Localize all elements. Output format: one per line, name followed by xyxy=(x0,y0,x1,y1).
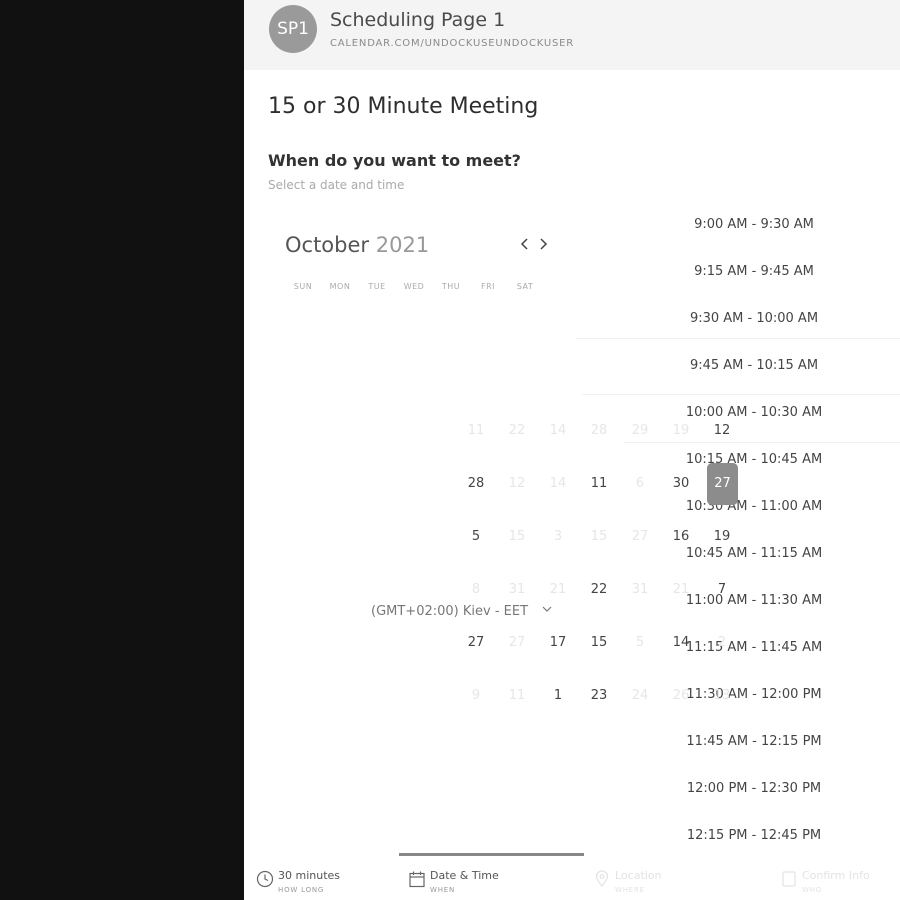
time-slot-option[interactable]: 10:45 AM - 11:15 AM xyxy=(684,546,824,561)
calendar-day[interactable]: 11 xyxy=(583,463,615,505)
time-slot-option[interactable]: 11:15 AM - 11:45 AM xyxy=(684,640,824,655)
calendar-day[interactable]: 19 xyxy=(706,516,738,558)
step-sublabel: HOW LONG xyxy=(278,886,325,894)
calendar-day[interactable]: 22 xyxy=(583,569,615,611)
calendar-day[interactable]: 3 xyxy=(542,516,574,558)
calendar-day[interactable]: 15 xyxy=(583,516,615,558)
calendar-day[interactable]: 5 xyxy=(460,516,492,558)
calendar-day[interactable]: 6 xyxy=(624,463,656,505)
clock-icon xyxy=(256,870,274,888)
timezone-select[interactable]: (GMT+02:00) Kiev - EET xyxy=(371,604,528,619)
step-label: Confirm Info xyxy=(802,869,870,882)
calendar-day[interactable]: 19 xyxy=(665,410,697,452)
year-label: 2021 xyxy=(375,233,430,257)
calendar-day[interactable]: 13 xyxy=(706,675,738,717)
calendar-day[interactable]: 11 xyxy=(501,675,533,717)
calendar-day-selected[interactable]: 27 xyxy=(707,463,738,505)
calendar-day[interactable]: 29 xyxy=(624,410,656,452)
calendar-day[interactable]: 27 xyxy=(501,622,533,664)
weekday-label: THU xyxy=(441,282,461,291)
step-sublabel: WHEN xyxy=(430,886,456,894)
page-title: Scheduling Page 1 xyxy=(330,9,506,31)
step-label: Location xyxy=(615,869,662,882)
calendar-day[interactable]: 15 xyxy=(583,622,615,664)
time-slot-option[interactable]: 9:15 AM - 9:45 AM xyxy=(684,264,824,279)
calendar-day[interactable]: 2 xyxy=(706,622,738,664)
step-navigation: 30 minutes HOW LONG Date & Time WHEN Loc… xyxy=(244,850,900,900)
weekday-label: WED xyxy=(403,282,425,291)
slot-divider xyxy=(576,338,900,339)
step-label: 30 minutes xyxy=(278,869,341,882)
calendar-day[interactable]: 1 xyxy=(542,675,574,717)
calendar-day[interactable]: 23 xyxy=(583,675,615,717)
time-slot-option[interactable]: 10:30 AM - 11:00 AM xyxy=(684,499,824,514)
weekday-label: SUN xyxy=(293,282,313,291)
time-slot-option[interactable]: 12:00 PM - 12:30 PM xyxy=(684,781,824,796)
calendar-day[interactable]: 27 xyxy=(624,516,656,558)
step-sublabel: WHO xyxy=(802,886,823,894)
scheduling-page: SP1 Scheduling Page 1 CALENDAR.COM/UNDOC… xyxy=(244,0,900,900)
calendar-day[interactable]: 24 xyxy=(624,675,656,717)
calendar-day[interactable]: 7 xyxy=(706,569,738,611)
next-month-button[interactable] xyxy=(538,236,548,255)
meet-instructions: Select a date and time xyxy=(268,178,405,192)
step-label: Date & Time xyxy=(430,869,499,882)
left-rail xyxy=(0,0,244,900)
calendar-day[interactable]: 31 xyxy=(624,569,656,611)
calendar-day[interactable]: 12 xyxy=(706,410,738,452)
chevron-left-icon xyxy=(520,238,528,250)
calendar-day[interactable]: 12 xyxy=(501,463,533,505)
calendar-day[interactable]: 27 xyxy=(460,622,492,664)
calendar-day[interactable]: 28 xyxy=(460,463,492,505)
slot-divider xyxy=(582,394,900,395)
time-slot-option[interactable]: 10:00 AM - 10:30 AM xyxy=(684,405,824,420)
time-slot-option[interactable]: 10:15 AM - 10:45 AM xyxy=(684,452,824,467)
page-header: SP1 Scheduling Page 1 CALENDAR.COM/UNDOC… xyxy=(244,0,900,70)
weekday-label: TUE xyxy=(368,282,386,291)
calendar-day[interactable]: 22 xyxy=(501,410,533,452)
calendar-day[interactable]: 14 xyxy=(665,622,697,664)
calendar-day[interactable]: 14 xyxy=(542,410,574,452)
page-url: CALENDAR.COM/UNDOCKUSEUNDOCKUSER xyxy=(330,38,574,49)
calendar-icon xyxy=(409,871,425,888)
meet-question: When do you want to meet? xyxy=(268,151,521,170)
meeting-title: 15 or 30 Minute Meeting xyxy=(268,94,539,119)
calendar-day[interactable]: 14 xyxy=(542,463,574,505)
calendar-month-title: October 2021 xyxy=(285,233,429,257)
avatar: SP1 xyxy=(269,5,317,53)
prev-month-button[interactable] xyxy=(520,236,530,255)
calendar-day[interactable]: 17 xyxy=(542,622,574,664)
calendar-day[interactable]: 11 xyxy=(460,410,492,452)
calendar-day[interactable]: 15 xyxy=(501,516,533,558)
calendar-day[interactable]: 5 xyxy=(624,622,656,664)
weekday-label: MON xyxy=(329,282,351,291)
step-sublabel: WHERE xyxy=(615,886,645,894)
calendar-day[interactable]: 16 xyxy=(665,516,697,558)
time-slot-option[interactable]: 11:45 AM - 12:15 PM xyxy=(684,734,824,749)
month-name: October xyxy=(285,233,370,257)
time-slot-option[interactable]: 12:15 PM - 12:45 PM xyxy=(684,828,824,843)
time-slot-option[interactable]: 11:00 AM - 11:30 AM xyxy=(684,593,824,608)
time-slot-option[interactable]: 9:45 AM - 10:15 AM xyxy=(684,358,824,373)
calendar-day[interactable]: 9 xyxy=(460,675,492,717)
document-icon xyxy=(782,871,796,887)
chevron-right-icon xyxy=(540,238,548,250)
time-slot-option[interactable]: 9:00 AM - 9:30 AM xyxy=(684,217,824,232)
chevron-down-icon[interactable] xyxy=(542,604,552,614)
calendar-day[interactable]: 28 xyxy=(583,410,615,452)
location-pin-icon xyxy=(595,870,609,887)
active-step-indicator xyxy=(399,853,584,856)
time-slot-option[interactable]: 11:30 AM - 12:00 PM xyxy=(684,687,824,702)
calendar-day[interactable]: 26 xyxy=(665,675,697,717)
calendar-day[interactable]: 21 xyxy=(665,569,697,611)
weekday-label: SAT xyxy=(516,282,534,291)
calendar-day[interactable]: 30 xyxy=(665,463,697,505)
time-slot-option[interactable]: 9:30 AM - 10:00 AM xyxy=(684,311,824,326)
weekday-label: FRI xyxy=(480,282,496,291)
